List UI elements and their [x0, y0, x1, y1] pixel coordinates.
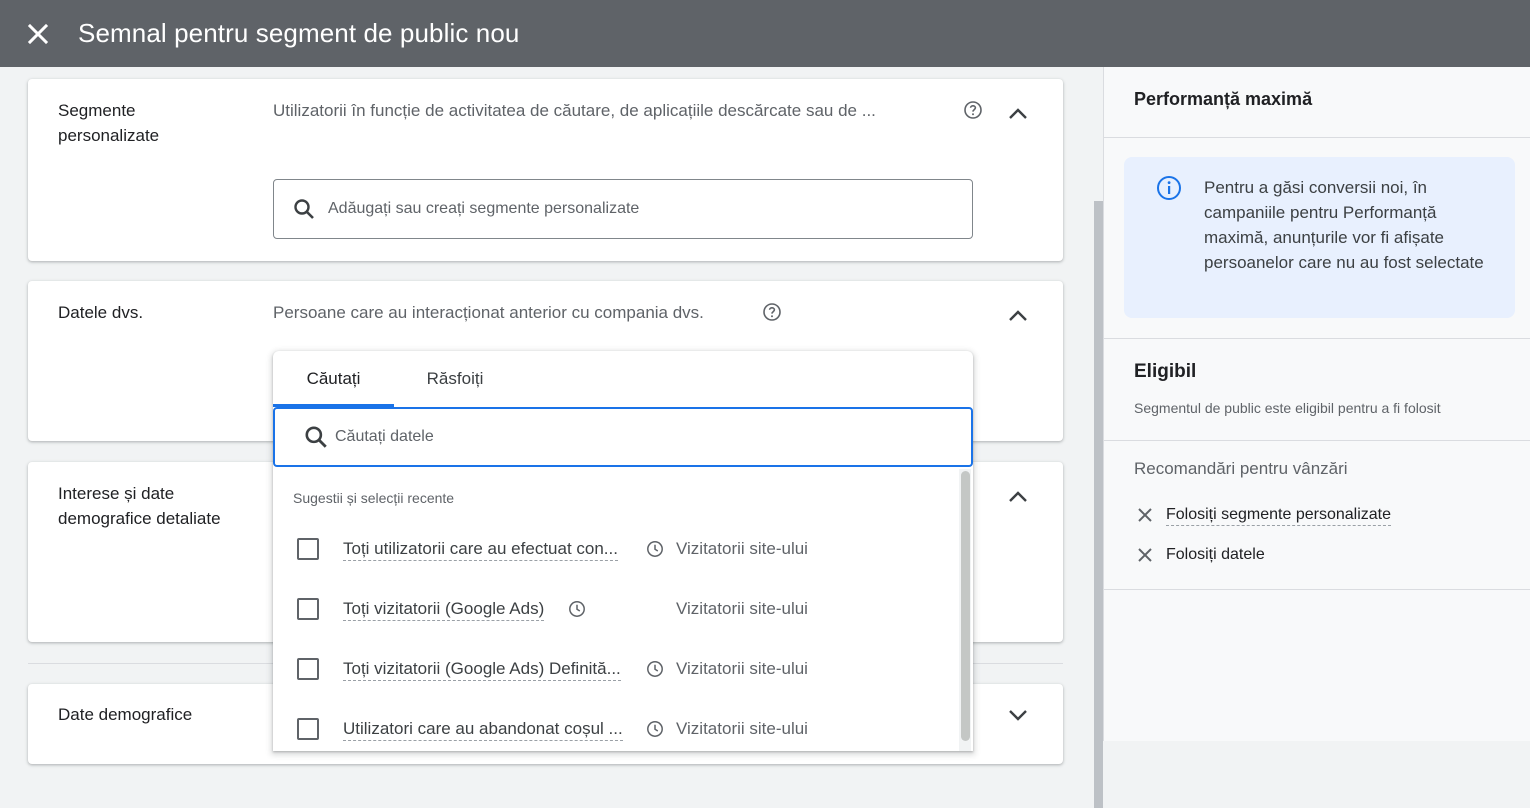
- recommendation-link[interactable]: Folosiți segmente personalizate: [1166, 505, 1392, 526]
- info-text: Pentru a găsi conversii noi, în campanii…: [1204, 178, 1484, 272]
- side-panel-heading: Performanță maximă: [1134, 89, 1313, 109]
- eligibility-title: Eligibil: [1134, 361, 1197, 382]
- custom-segments-title: Segmente personalizate: [58, 101, 160, 145]
- dropdown-scrollbar[interactable]: [959, 469, 971, 751]
- custom-segments-search-input[interactable]: [326, 199, 926, 219]
- chevron-down-icon: [1009, 710, 1027, 721]
- chevron-up-icon: [1009, 491, 1027, 502]
- search-icon: [305, 426, 327, 448]
- scrollbar-thumb[interactable]: [961, 471, 970, 741]
- item-checkbox[interactable]: [297, 598, 319, 620]
- collapse-button[interactable]: [1003, 99, 1033, 129]
- custom-segments-search[interactable]: [273, 179, 973, 239]
- item-type: Vizitatorii site-ului: [676, 539, 808, 558]
- tab-browse[interactable]: Răsfoiți: [394, 351, 516, 407]
- eligibility-description: Segmentul de public este eligibil pentru…: [1134, 400, 1441, 416]
- custom-segments-description: Utilizatorii în funcție de activitatea d…: [273, 101, 876, 120]
- data-search-dropdown: Căutați Răsfoiți Sugestii și selecții re…: [273, 351, 973, 751]
- chevron-up-icon: [1009, 108, 1027, 119]
- list-item[interactable]: Toți vizitatorii (Google Ads) Definită..…: [273, 639, 959, 699]
- help-icon[interactable]: [762, 302, 782, 322]
- clock-icon: [647, 661, 663, 677]
- clock-icon: [647, 721, 663, 737]
- expand-button[interactable]: [1003, 700, 1033, 730]
- recommendation-item: Folosiți datele: [1134, 543, 1265, 567]
- recommendation-link[interactable]: Folosiți datele: [1166, 545, 1265, 565]
- recommendations-title: Recomandări pentru vânzări: [1134, 459, 1348, 478]
- recommendation-item: Folosiți segmente personalizate: [1134, 503, 1392, 527]
- item-label[interactable]: Toți utilizatorii care au efectuat con..…: [343, 538, 618, 561]
- search-icon: [294, 199, 314, 219]
- info-box: Pentru a găsi conversii noi, în campanii…: [1124, 157, 1515, 318]
- help-icon[interactable]: [963, 100, 983, 120]
- divider: [1104, 440, 1530, 441]
- data-search-field[interactable]: [273, 407, 973, 467]
- collapse-button[interactable]: [1003, 482, 1033, 512]
- close-icon: [27, 23, 49, 44]
- your-data-title: Datele dvs.: [58, 303, 144, 322]
- list-item[interactable]: Toți utilizatorii care au efectuat con..…: [273, 519, 959, 579]
- close-button[interactable]: [18, 14, 58, 54]
- item-label[interactable]: Toți vizitatorii (Google Ads) Definită..…: [343, 658, 621, 681]
- dropdown-tabs: Căutați Răsfoiți: [273, 351, 973, 407]
- your-data-description: Persoane care au interacționat anterior …: [273, 303, 704, 322]
- item-type: Vizitatorii site-ului: [676, 719, 808, 738]
- close-icon: [1134, 504, 1156, 526]
- top-bar: Semnal pentru segment de public nou: [0, 0, 1530, 67]
- demographics-title: Date demografice: [58, 705, 193, 724]
- page-title: Semnal pentru segment de public nou: [78, 18, 520, 48]
- divider: [1104, 137, 1530, 138]
- clock-icon: [569, 601, 585, 617]
- data-search-input[interactable]: [333, 427, 933, 447]
- tab-search[interactable]: Căutați: [273, 351, 394, 407]
- collapse-button[interactable]: [1003, 301, 1033, 331]
- info-icon: [1157, 176, 1181, 200]
- main-scrollbar[interactable]: [1094, 201, 1103, 808]
- list-item[interactable]: Toți vizitatorii (Google Ads) Vizitatori…: [273, 579, 959, 639]
- item-type: Vizitatorii site-ului: [676, 599, 808, 618]
- chevron-up-icon: [1009, 310, 1027, 321]
- clock-icon: [647, 541, 663, 557]
- item-checkbox[interactable]: [297, 658, 319, 680]
- divider: [1104, 338, 1530, 339]
- item-label[interactable]: Utilizatori care au abandonat coșul ...: [343, 718, 623, 741]
- item-checkbox[interactable]: [297, 538, 319, 560]
- side-panel: Performanță maximă Pentru a găsi convers…: [1103, 67, 1530, 741]
- list-item[interactable]: Utilizatori care au abandonat coșul ... …: [273, 699, 959, 751]
- item-label[interactable]: Toți vizitatorii (Google Ads): [343, 598, 545, 621]
- custom-segments-card: Segmente personalizate Utilizatorii în f…: [28, 79, 1063, 261]
- item-type: Vizitatorii site-ului: [676, 659, 808, 678]
- divider: [1104, 589, 1530, 590]
- item-checkbox[interactable]: [297, 718, 319, 740]
- suggestions-label: Sugestii și selecții recente: [293, 490, 455, 506]
- interests-title: Interese și date demografice detaliate: [58, 484, 221, 528]
- close-icon: [1134, 544, 1156, 566]
